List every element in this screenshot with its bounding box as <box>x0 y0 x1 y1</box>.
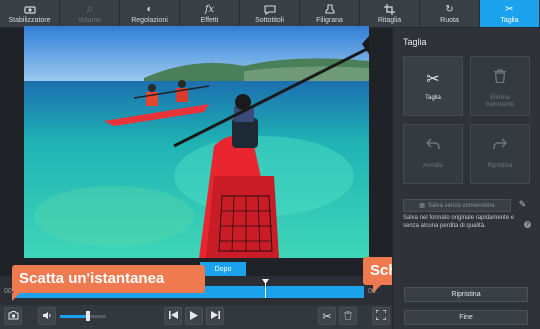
scissors-icon: ✂ <box>322 310 332 323</box>
contrast-icon: ◐ <box>146 4 153 15</box>
undo-button[interactable]: Annulla <box>403 124 463 184</box>
play-icon <box>190 310 198 322</box>
reset-button[interactable]: Ripristina <box>404 287 528 302</box>
stabilizer-icon <box>23 4 36 16</box>
tool-label: Effetti <box>200 16 219 24</box>
delete-fragment-label: Elimina frammento <box>485 95 515 108</box>
redo-button[interactable]: Ripristina <box>470 124 530 184</box>
video-preview[interactable] <box>24 26 369 258</box>
callout-pointer <box>373 285 381 293</box>
crop-icon <box>383 4 396 16</box>
after-view-tab[interactable]: Dopo <box>200 262 246 276</box>
tool-stabilizer[interactable]: Stabilizzatore <box>0 0 60 27</box>
tool-subtitles[interactable]: Sottotitoli <box>240 0 300 27</box>
tool-volume[interactable]: ♫ Volume <box>60 0 120 27</box>
speech-bubble-icon <box>263 4 276 16</box>
redo-label: Ripristina <box>487 163 513 169</box>
help-icon[interactable]: ? <box>524 221 531 228</box>
tool-label: Volume <box>77 16 102 24</box>
tool-rotate[interactable]: ↻ Ruota <box>420 0 480 27</box>
trash-icon <box>344 310 352 322</box>
save-without-conversion-button[interactable]: ▦ Salva senza conversione <box>403 199 511 212</box>
speaker-icon <box>42 311 52 322</box>
mute-button[interactable] <box>38 307 56 325</box>
fullscreen-button[interactable] <box>372 307 390 325</box>
tool-adjustments[interactable]: ◐ Regolazioni <box>120 0 180 27</box>
scissors-icon: ✂ <box>426 71 440 88</box>
fullscreen-icon <box>375 309 387 322</box>
done-button[interactable]: Fine <box>404 310 528 325</box>
cut-tool-button[interactable]: ✂ Taglia <box>403 56 463 116</box>
tool-label: Stabilizzatore <box>8 16 51 24</box>
scissors-icon: ✂ <box>505 4 514 15</box>
delete-button[interactable] <box>339 307 357 325</box>
volume-knob[interactable] <box>86 311 90 321</box>
skip-forward-icon <box>210 311 220 321</box>
convert-note: Salva nel formato originale rapidamente … <box>403 215 515 229</box>
undo-label: Annulla <box>422 163 443 169</box>
callout-pointer <box>12 293 20 301</box>
time-start: 00 <box>4 288 12 295</box>
stamp-icon <box>324 4 336 16</box>
skip-back-icon <box>168 311 178 321</box>
fx-icon: fx <box>204 4 215 15</box>
cut-tool-label: Taglia <box>425 95 441 101</box>
undo-icon <box>425 137 440 155</box>
next-frame-button[interactable] <box>206 307 224 325</box>
redo-icon <box>493 137 508 155</box>
tool-label: Filigrana <box>316 16 343 24</box>
cut-button[interactable]: ✂ <box>318 307 336 325</box>
music-note-icon: ♫ <box>85 4 94 15</box>
camera-icon <box>8 310 19 322</box>
convert-label: Salva senza conversione <box>427 202 495 209</box>
tool-cut[interactable]: ✂ Taglia <box>480 0 540 27</box>
tool-effects[interactable]: fx Effetti <box>180 0 240 27</box>
tool-label: Ritaglia <box>377 16 402 24</box>
tool-label: Sottotitoli <box>255 16 284 24</box>
snapshot-callout-text: Scatta un'istantanea <box>19 270 165 287</box>
tool-crop[interactable]: Ritaglia <box>360 0 420 27</box>
trash-icon <box>494 69 506 87</box>
tool-label: Taglia <box>500 16 519 24</box>
magic-wand-icon[interactable]: ✎ <box>516 197 529 211</box>
top-toolbar: Stabilizzatore ♫ Volume ◐ Regolazioni fx… <box>0 0 540 28</box>
tool-label: Ruota <box>440 16 459 24</box>
previous-frame-button[interactable] <box>164 307 182 325</box>
snapshot-callout: Scatta un'istantanea <box>12 265 205 301</box>
snapshot-button[interactable] <box>4 307 22 325</box>
film-icon: ▦ <box>419 203 425 209</box>
panel-title: Taglia <box>403 37 427 47</box>
volume-level <box>60 315 88 318</box>
play-button[interactable] <box>185 307 203 325</box>
tool-label: Regolazioni <box>131 16 168 24</box>
tool-watermark[interactable]: Filigrana <box>300 0 360 27</box>
delete-fragment-button[interactable]: Elimina frammento <box>470 56 530 116</box>
rotate-icon: ↻ <box>445 4 454 15</box>
